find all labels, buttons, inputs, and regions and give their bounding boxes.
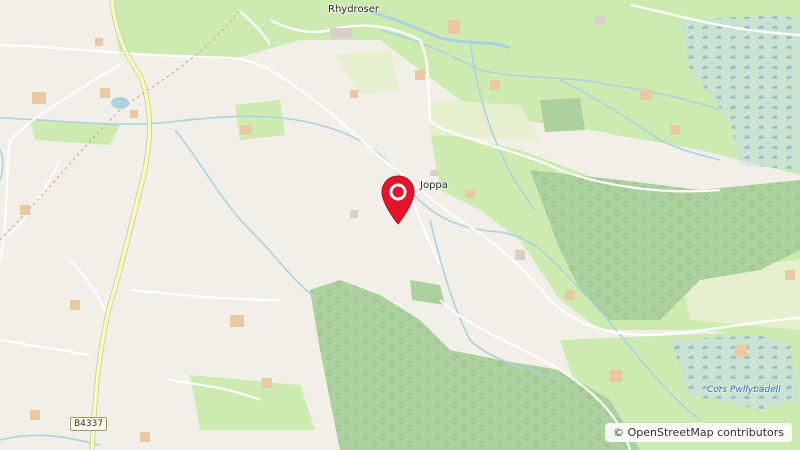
- map-view[interactable]: Rhydroser Joppa Cors Pwllybadell B4337 ©…: [0, 0, 800, 450]
- pond: [111, 97, 129, 109]
- place-label-joppa: Joppa: [420, 180, 448, 191]
- road-shield-b4337: B4337: [70, 417, 108, 431]
- place-label-cors-pwllybadell: Cors Pwllybadell: [707, 385, 781, 395]
- place-label-rhydroser: Rhydroser: [328, 4, 380, 15]
- map-pin-icon[interactable]: [380, 174, 416, 226]
- attribution[interactable]: © OpenStreetMap contributors: [605, 423, 792, 442]
- forest-small-1: [540, 98, 585, 132]
